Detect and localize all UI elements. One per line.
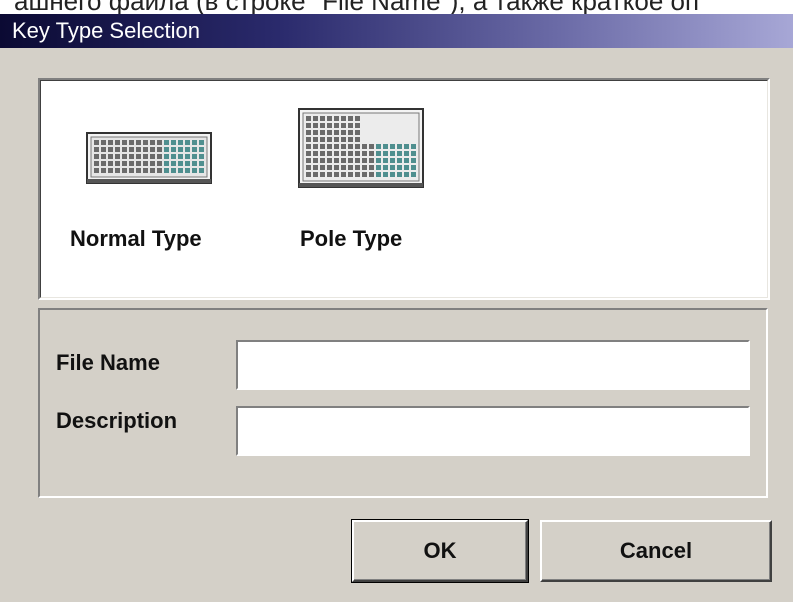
file-name-label: File Name xyxy=(56,350,160,375)
cancel-button[interactable]: Cancel xyxy=(540,520,772,582)
normal-type-option[interactable]: Normal Type xyxy=(66,80,246,280)
file-info-group: File Name Description xyxy=(38,308,768,498)
key-type-selection-dialog: Key Type Selection Normal Type Pole Type… xyxy=(0,14,793,602)
description-label: Description xyxy=(56,408,178,433)
normal-type-label: Normal Type xyxy=(70,226,202,251)
title-bar[interactable]: Key Type Selection xyxy=(0,14,793,48)
pole-keyboard-icon xyxy=(298,108,424,188)
pole-type-label: Pole Type xyxy=(300,226,403,251)
normal-keyboard-icon xyxy=(86,132,212,184)
key-type-panel: Normal Type Pole Type xyxy=(38,78,770,300)
description-input[interactable] xyxy=(236,406,750,456)
ok-button[interactable]: OK xyxy=(351,519,529,583)
window-title: Key Type Selection xyxy=(12,18,200,43)
pole-type-option[interactable]: Pole Type xyxy=(298,80,458,280)
file-name-input[interactable] xyxy=(236,340,750,390)
